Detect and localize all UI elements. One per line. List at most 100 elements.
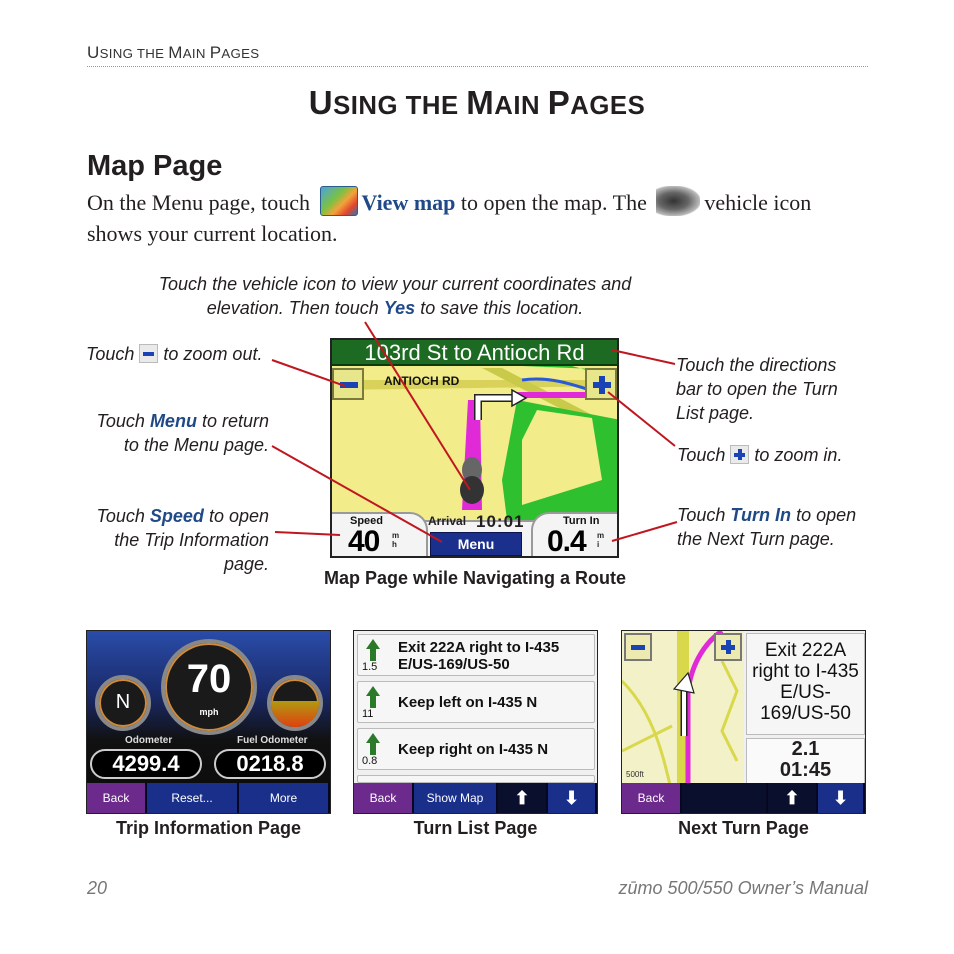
straight-arrow-icon [366, 686, 380, 708]
odometer-label: Odometer [125, 735, 173, 746]
intro-text: to open the map. The [460, 190, 647, 215]
callout-keyword: Turn In [730, 505, 792, 525]
callout-text: Touch [677, 505, 726, 525]
plus-icon-vertical [726, 640, 731, 654]
callout-text: Touch [677, 445, 726, 465]
arrival-label: Arrival [428, 514, 467, 528]
page-number: 20 [87, 878, 108, 898]
turn-in-button[interactable]: Turn In 0.4 m i [531, 512, 617, 556]
intro-text: On the Menu page, touch [87, 190, 310, 215]
zoom-out-button[interactable] [332, 368, 364, 400]
callout-keyword: Yes [383, 298, 416, 318]
running-head: USING THE MAIN PAGES [87, 43, 259, 63]
callout-text: to return to the Menu page. [123, 411, 269, 455]
minus-icon [340, 382, 358, 388]
callout-keyword: Speed [149, 506, 204, 526]
turn-distance: 11 [362, 708, 374, 720]
ct-part: AGES [570, 92, 646, 120]
scroll-up-arrow-icon[interactable]: ⬆ [498, 783, 548, 813]
turn-instruction: Keep left on I-435 N [398, 694, 538, 711]
next-turn-caption: Next Turn Page [678, 818, 809, 838]
speed-unit: m h [392, 531, 400, 549]
view-map-link[interactable]: View map [362, 190, 456, 215]
scroll-up-arrow-icon[interactable]: ⬆ [768, 783, 818, 813]
fuel-gauge [267, 675, 323, 731]
reset-button[interactable]: Reset... [147, 783, 239, 813]
turn-list-item[interactable]: 0.8 Keep right on I-435 N [357, 728, 595, 770]
scroll-down-arrow-icon[interactable]: ⬇ [818, 783, 865, 813]
turn-distance: 1.5 [362, 661, 378, 673]
callout-text: Touch [96, 411, 145, 431]
fuel-odometer-value: 0218.8 [214, 749, 326, 779]
turn-list-item[interactable]: 11 Keep left on I-435 N [357, 681, 595, 723]
speedometer-unit: mph [199, 707, 219, 717]
callout-zoom-out: Touch to zoom out. [86, 342, 262, 366]
ct-part: AIN [494, 92, 548, 120]
callout-vehicle: Touch the vehicle icon to view your curr… [140, 272, 650, 320]
ct-part: SING THE [333, 92, 467, 120]
motorcycle-vehicle-marker[interactable] [460, 476, 484, 504]
callout-zoom-in: Touch to zoom in. [677, 443, 842, 467]
back-button[interactable]: Back [87, 783, 147, 813]
leader-turn-in [611, 521, 678, 542]
back-button[interactable]: Back [622, 783, 682, 813]
trip-info-caption: Trip Information Page [115, 818, 302, 838]
empty-button-slot [682, 783, 768, 813]
map-page-caption: Map Page while Navigating a Route [323, 568, 627, 588]
next-turn-button-bar: Back ⬆ ⬇ [622, 783, 865, 813]
trip-button-bar: Back Reset... More [87, 783, 330, 813]
speedometer-gauge: 70 mph [161, 639, 257, 735]
callout-keyword: Menu [149, 411, 197, 431]
directions-bar[interactable]: 103rd St to Antioch Rd [332, 340, 617, 366]
rh-m: M [168, 43, 183, 62]
next-turn-info: 2.1 01:45 [746, 738, 865, 784]
callout-menu: Touch Menu to return to the Menu page. [86, 409, 269, 457]
callout-directions: Touch the directions bar to open the Tur… [676, 355, 838, 423]
leader-directions [611, 349, 676, 365]
more-button[interactable]: More [239, 783, 330, 813]
road [622, 724, 673, 753]
turn-instruction: Keep right on I-435 N [398, 741, 549, 758]
speed-button[interactable]: Speed 40 m h [332, 512, 428, 556]
ct-p: P [547, 84, 571, 121]
turn-list-caption: Turn List Page [413, 818, 538, 838]
rh-p: P [209, 43, 222, 62]
compass-gauge: N [95, 675, 151, 731]
zoom-out-button[interactable] [624, 633, 652, 661]
plus-icon-vertical [599, 376, 605, 394]
next-turn-time: 01:45 [779, 759, 832, 781]
turn-in-unit: m i [597, 531, 605, 549]
road [720, 660, 739, 762]
scroll-down-arrow-icon[interactable]: ⬇ [548, 783, 597, 813]
turn-list-item[interactable]: 1.5 Exit 222A right to I-435 E/US-169/US… [357, 634, 595, 676]
fuel-level-fill [271, 700, 319, 727]
trip-information-screenshot: N 70 mph Odometer Fuel Odometer 4299.4 0… [86, 630, 331, 814]
next-turn-map[interactable]: 500ft [622, 631, 744, 785]
section-title: Map Page [87, 150, 223, 182]
back-button[interactable]: Back [354, 783, 414, 813]
show-map-button[interactable]: Show Map [414, 783, 498, 813]
turn-arrow-outline [474, 394, 512, 420]
view-map-icon [319, 186, 358, 216]
straight-arrow-icon [366, 733, 380, 755]
turn-in-value: 0.4 [547, 525, 587, 558]
callout-turn-in: Touch Turn In to open the Next Turn page… [677, 503, 867, 551]
rh-part: AIN [182, 46, 210, 61]
turn-list-item-partial [357, 775, 595, 783]
ct-m: M [466, 84, 495, 121]
zoom-out-icon [139, 344, 159, 363]
turn-list-button-bar: Back Show Map ⬆ ⬇ [354, 783, 597, 813]
header-divider [87, 66, 868, 67]
chapter-title: USING THE MAIN PAGES [0, 84, 954, 122]
map-bottom-bar: Arrival 10:01 Speed 40 m h Menu Turn In … [332, 506, 617, 556]
callout-text: Touch [86, 344, 135, 364]
arrival-time: 10:01 [476, 512, 525, 531]
manual-title: zūmo 500/550 Owner’s Manual [618, 878, 868, 898]
motorcycle-vehicle-icon [656, 186, 701, 216]
menu-button[interactable]: Menu [430, 532, 522, 556]
zoom-in-button[interactable] [714, 633, 742, 661]
next-turn-screenshot: 500ft Exit 222A right to I-435 E/US-169/… [621, 630, 866, 814]
turn-instruction: Exit 222A right to I-435 E/US-169/US-50 [398, 639, 560, 673]
zoom-in-button[interactable] [585, 368, 617, 400]
rh-u: U [87, 43, 100, 62]
